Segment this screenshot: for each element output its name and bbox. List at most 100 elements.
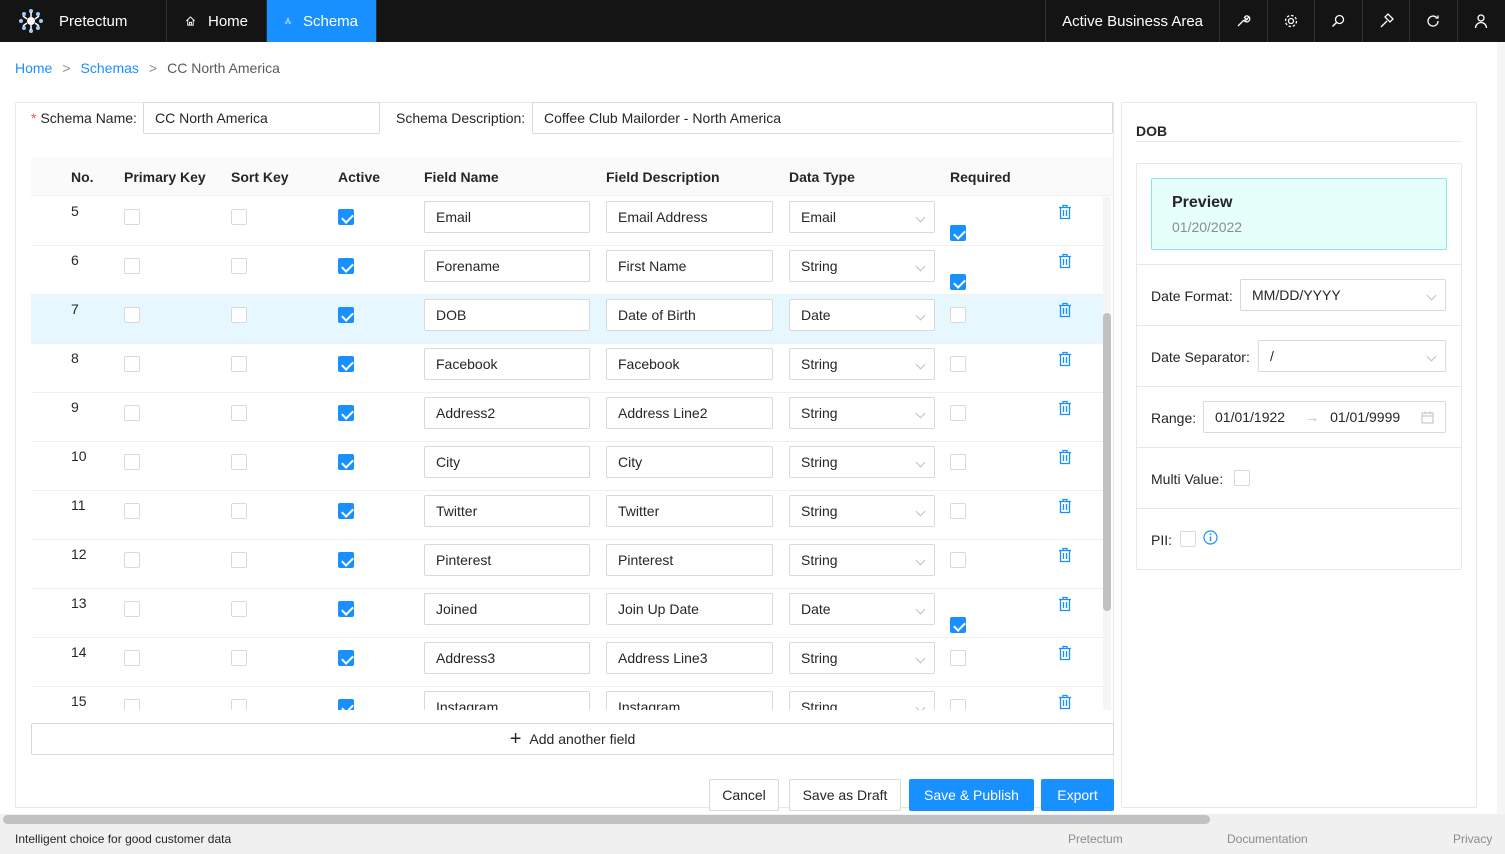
delete-icon[interactable] — [1058, 204, 1072, 220]
table-row[interactable]: 10 City City String — [31, 442, 1103, 491]
primary-key-checkbox[interactable] — [124, 699, 140, 710]
field-description-input[interactable]: Address Line3 — [606, 642, 773, 674]
data-type-select[interactable]: String — [789, 250, 935, 282]
settings-button[interactable] — [1268, 0, 1315, 42]
required-checkbox[interactable] — [950, 650, 966, 666]
table-row[interactable]: 14 Address3 Address Line3 String — [31, 638, 1103, 687]
field-description-input[interactable]: Join Up Date — [606, 593, 773, 625]
field-name-input[interactable]: Joined — [424, 593, 590, 625]
required-checkbox[interactable] — [950, 307, 966, 323]
table-row[interactable]: 9 Address2 Address Line2 String — [31, 393, 1103, 442]
horizontal-scrollbar[interactable] — [0, 814, 1505, 825]
data-type-select[interactable]: Date — [789, 593, 935, 625]
primary-key-checkbox[interactable] — [124, 650, 140, 666]
active-checkbox[interactable] — [338, 454, 354, 470]
field-name-input[interactable]: DOB — [424, 299, 590, 331]
data-type-select[interactable]: String — [789, 446, 935, 478]
cancel-button[interactable]: Cancel — [709, 779, 779, 811]
field-name-input[interactable]: Address2 — [424, 397, 590, 429]
table-row[interactable]: 13 Joined Join Up Date Date — [31, 589, 1103, 638]
field-name-input[interactable]: Address3 — [424, 642, 590, 674]
footer-link-pretectum[interactable]: Pretectum — [1068, 832, 1123, 846]
export-button[interactable]: Export — [1041, 779, 1114, 811]
table-row[interactable]: 7 DOB Date of Birth Date — [31, 295, 1103, 344]
sort-key-checkbox[interactable] — [231, 209, 247, 225]
field-description-input[interactable]: Instagram — [606, 691, 773, 710]
delete-icon[interactable] — [1058, 449, 1072, 465]
table-row[interactable]: 6 Forename First Name String — [31, 246, 1103, 295]
table-row[interactable]: 8 Facebook Facebook String — [31, 344, 1103, 393]
field-description-input[interactable]: Facebook — [606, 348, 773, 380]
sort-key-checkbox[interactable] — [231, 601, 247, 617]
sort-key-checkbox[interactable] — [231, 503, 247, 519]
data-type-select[interactable]: String — [789, 348, 935, 380]
active-checkbox[interactable] — [338, 503, 354, 519]
date-format-select[interactable]: MM/DD/YYYY — [1240, 279, 1446, 311]
primary-key-checkbox[interactable] — [124, 209, 140, 225]
info-icon[interactable] — [1203, 530, 1218, 545]
range-from[interactable]: 01/01/1922 — [1215, 409, 1285, 425]
table-row[interactable]: 12 Pinterest Pinterest String — [31, 540, 1103, 589]
delete-icon[interactable] — [1058, 694, 1072, 710]
admin-tools-button[interactable] — [1363, 0, 1410, 42]
field-name-input[interactable]: Facebook — [424, 348, 590, 380]
table-scrollbar[interactable] — [1103, 197, 1111, 710]
primary-key-checkbox[interactable] — [124, 454, 140, 470]
data-type-select[interactable]: String — [789, 397, 935, 429]
footer-link-documentation[interactable]: Documentation — [1227, 832, 1308, 846]
field-description-input[interactable]: Twitter — [606, 495, 773, 527]
data-type-select[interactable]: String — [789, 642, 935, 674]
sort-key-checkbox[interactable] — [231, 552, 247, 568]
field-description-input[interactable]: First Name — [606, 250, 773, 282]
multi-value-checkbox[interactable] — [1234, 470, 1250, 486]
delete-icon[interactable] — [1058, 351, 1072, 367]
primary-key-checkbox[interactable] — [124, 405, 140, 421]
field-name-input[interactable]: Pinterest — [424, 544, 590, 576]
active-checkbox[interactable] — [338, 601, 354, 617]
required-checkbox[interactable] — [950, 699, 966, 710]
user-button[interactable] — [1458, 0, 1505, 42]
field-name-input[interactable]: Forename — [424, 250, 590, 282]
active-checkbox[interactable] — [338, 699, 354, 710]
sort-key-checkbox[interactable] — [231, 405, 247, 421]
field-description-input[interactable]: Date of Birth — [606, 299, 773, 331]
nav-schema[interactable]: Schema — [267, 0, 377, 42]
primary-key-checkbox[interactable] — [124, 503, 140, 519]
field-description-input[interactable]: Address Line2 — [606, 397, 773, 429]
data-type-select[interactable]: Email — [789, 201, 935, 233]
primary-key-checkbox[interactable] — [124, 307, 140, 323]
field-name-input[interactable]: City — [424, 446, 590, 478]
active-checkbox[interactable] — [338, 405, 354, 421]
data-type-select[interactable]: String — [789, 691, 935, 710]
schema-name-input[interactable]: CC North America — [143, 102, 380, 134]
required-checkbox[interactable] — [950, 356, 966, 372]
sort-key-checkbox[interactable] — [231, 650, 247, 666]
sort-key-checkbox[interactable] — [231, 258, 247, 274]
breadcrumb-home[interactable]: Home — [15, 60, 52, 76]
active-checkbox[interactable] — [338, 307, 354, 323]
primary-key-checkbox[interactable] — [124, 601, 140, 617]
active-checkbox[interactable] — [338, 209, 354, 225]
date-range-picker[interactable]: 01/01/1922 → 01/01/9999 — [1203, 401, 1446, 433]
table-row[interactable]: 11 Twitter Twitter String — [31, 491, 1103, 540]
sort-key-checkbox[interactable] — [231, 307, 247, 323]
tools-button[interactable] — [1220, 0, 1268, 42]
horizontal-scrollbar-thumb[interactable] — [3, 815, 1210, 824]
search-button[interactable] — [1315, 0, 1363, 42]
delete-icon[interactable] — [1058, 596, 1072, 612]
required-checkbox[interactable] — [950, 503, 966, 519]
field-description-input[interactable]: City — [606, 446, 773, 478]
active-checkbox[interactable] — [338, 258, 354, 274]
breadcrumb-schemas[interactable]: Schemas — [81, 60, 139, 76]
delete-icon[interactable] — [1058, 400, 1072, 416]
required-checkbox[interactable] — [950, 552, 966, 568]
footer-link-privacy[interactable]: Privacy — [1453, 832, 1492, 846]
field-description-input[interactable]: Pinterest — [606, 544, 773, 576]
sort-key-checkbox[interactable] — [231, 356, 247, 372]
required-checkbox[interactable] — [950, 274, 966, 290]
table-scrollbar-thumb[interactable] — [1103, 313, 1111, 611]
required-checkbox[interactable] — [950, 405, 966, 421]
delete-icon[interactable] — [1058, 645, 1072, 661]
required-checkbox[interactable] — [950, 225, 966, 241]
date-separator-select[interactable]: / — [1258, 340, 1446, 372]
